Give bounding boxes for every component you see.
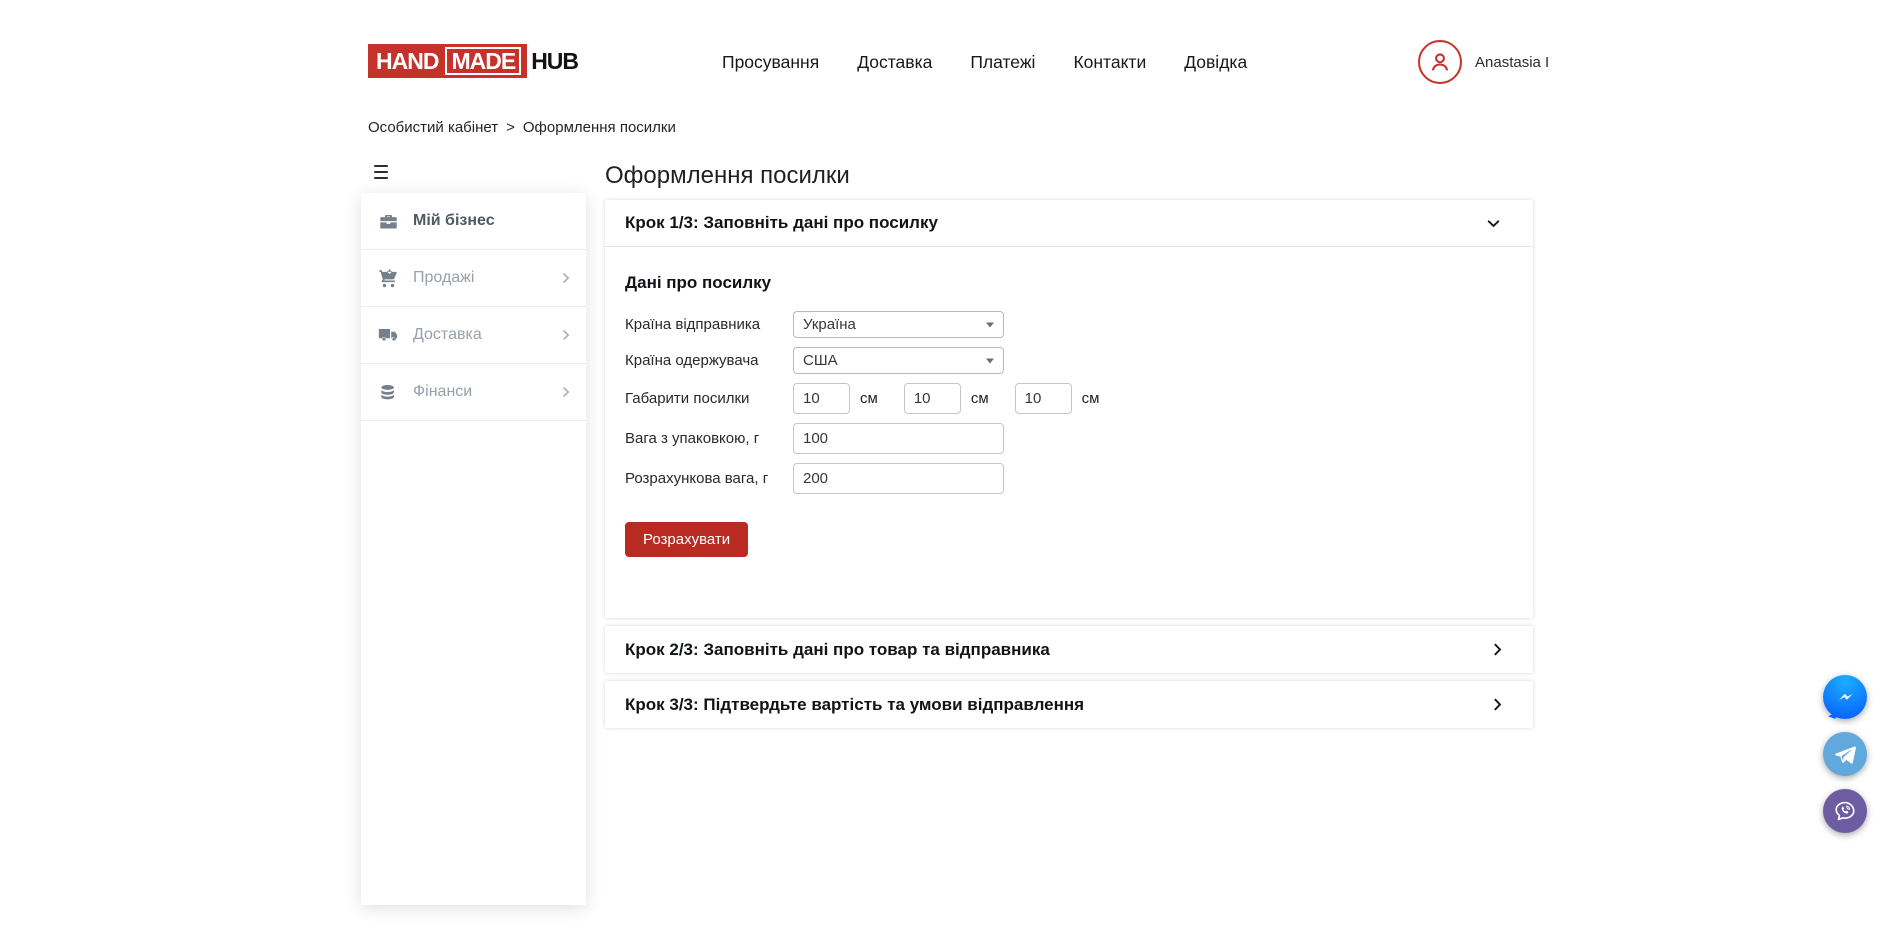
page: HAND MADE HUB Просування Доставка Платежі…	[0, 0, 1894, 938]
step-1-card: Крок 1/3: Заповніть дані про посилку Дан…	[605, 200, 1533, 618]
chevron-right-icon	[560, 329, 572, 341]
sidebar-item-label: Доставка	[413, 326, 482, 344]
packed-weight-input[interactable]	[793, 423, 1004, 454]
viber-icon	[1832, 798, 1858, 824]
telegram-icon	[1832, 741, 1858, 767]
recipient-country-value: США	[803, 352, 838, 369]
step-3-header[interactable]: Крок 3/3: Підтвердьте вартість та умови …	[605, 681, 1533, 728]
telegram-button[interactable]	[1823, 732, 1867, 776]
calculated-weight-input[interactable]	[793, 463, 1004, 494]
step-2-title: Крок 2/3: Заповніть дані про товар та ві…	[625, 640, 1050, 660]
calculated-weight-label: Розрахункова вага, г	[625, 470, 793, 487]
cart-icon	[377, 267, 399, 289]
select-arrow-icon	[986, 358, 994, 363]
nav-item-promotion[interactable]: Просування	[722, 52, 819, 73]
step-2-header[interactable]: Крок 2/3: Заповніть дані про товар та ві…	[605, 626, 1533, 673]
breadcrumb-cabinet[interactable]: Особистий кабінет	[368, 119, 498, 136]
viber-button[interactable]	[1823, 789, 1867, 833]
step-3-card: Крок 3/3: Підтвердьте вартість та умови …	[605, 681, 1533, 728]
step-3-title: Крок 3/3: Підтвердьте вартість та умови …	[625, 695, 1084, 715]
recipient-country-row: Країна одержувача США	[625, 347, 1513, 374]
sender-country-value: Україна	[803, 316, 856, 333]
chevron-right-icon	[1490, 642, 1505, 657]
header-nav: Просування Доставка Платежі Контакти Дов…	[722, 52, 1247, 73]
social-widgets	[1823, 675, 1867, 833]
sidebar: Мій бізнес Продажі Доставка Фінанси	[361, 193, 586, 905]
main-content: Оформлення посилки Крок 1/3: Заповніть д…	[605, 158, 1533, 728]
chevron-right-icon	[560, 386, 572, 398]
form-heading: Дані про посилку	[625, 273, 1513, 293]
logo-red-box: HAND MADE	[368, 44, 527, 78]
sidebar-toggle-button[interactable]	[374, 165, 392, 179]
calculate-button[interactable]: Розрахувати	[625, 522, 748, 557]
sender-country-select[interactable]: Україна	[793, 311, 1004, 338]
step-1-title: Крок 1/3: Заповніть дані про посилку	[625, 213, 938, 233]
user-icon	[1427, 49, 1453, 75]
chevron-right-icon	[1490, 697, 1505, 712]
unit-cm-label: см	[1082, 390, 1100, 407]
unit-cm-label: см	[860, 390, 878, 407]
sender-country-label: Країна відправника	[625, 316, 793, 333]
messenger-icon	[1833, 685, 1857, 709]
dimension-height-input[interactable]	[1015, 383, 1072, 414]
sidebar-item-delivery[interactable]: Доставка	[361, 307, 586, 364]
select-arrow-icon	[986, 322, 994, 327]
nav-item-contacts[interactable]: Контакти	[1073, 52, 1146, 73]
dimensions-row: Габарити посилки см см см	[625, 383, 1513, 414]
step-2-card: Крок 2/3: Заповніть дані про товар та ві…	[605, 626, 1533, 673]
sender-country-row: Країна відправника Україна	[625, 311, 1513, 338]
nav-item-delivery[interactable]: Доставка	[857, 52, 932, 73]
coins-icon	[377, 381, 399, 403]
truck-icon	[377, 324, 399, 346]
user-menu[interactable]: Anastasia I	[1418, 40, 1549, 84]
sidebar-item-finance[interactable]: Фінанси	[361, 364, 586, 421]
sidebar-item-label: Мій бізнес	[413, 212, 495, 230]
sidebar-item-my-business[interactable]: Мій бізнес	[361, 193, 586, 250]
logo-made: MADE	[445, 47, 521, 75]
calculated-weight-row: Розрахункова вага, г	[625, 463, 1513, 494]
breadcrumb: Особистий кабінет > Оформлення посилки	[368, 119, 676, 136]
briefcase-icon	[377, 210, 399, 232]
sidebar-item-sales[interactable]: Продажі	[361, 250, 586, 307]
nav-item-payments[interactable]: Платежі	[970, 52, 1035, 73]
sidebar-item-label: Продажі	[413, 269, 474, 287]
packed-weight-row: Вага з упаковкою, г	[625, 423, 1513, 454]
breadcrumb-current: Оформлення посилки	[523, 119, 676, 136]
messenger-button[interactable]	[1823, 675, 1867, 719]
chevron-right-icon	[560, 272, 572, 284]
user-name: Anastasia I	[1475, 54, 1549, 71]
packed-weight-label: Вага з упаковкою, г	[625, 430, 793, 447]
sidebar-item-label: Фінанси	[413, 383, 472, 401]
logo-hub: HUB	[531, 48, 578, 75]
logo[interactable]: HAND MADE HUB	[368, 44, 578, 78]
step-1-header[interactable]: Крок 1/3: Заповніть дані про посилку	[605, 200, 1533, 247]
unit-cm-label: см	[971, 390, 989, 407]
recipient-country-label: Країна одержувача	[625, 352, 793, 369]
parcel-form: Дані про посилку Країна відправника Укра…	[605, 247, 1533, 618]
chevron-down-icon	[1486, 216, 1501, 231]
dimension-length-input[interactable]	[793, 383, 850, 414]
page-title: Оформлення посилки	[605, 162, 1533, 190]
nav-item-help[interactable]: Довідка	[1184, 52, 1247, 73]
logo-hand: HAND	[376, 48, 438, 75]
dimension-width-input[interactable]	[904, 383, 961, 414]
dimensions-label: Габарити посилки	[625, 390, 793, 407]
avatar	[1418, 40, 1462, 84]
breadcrumb-separator: >	[506, 119, 515, 136]
recipient-country-select[interactable]: США	[793, 347, 1004, 374]
